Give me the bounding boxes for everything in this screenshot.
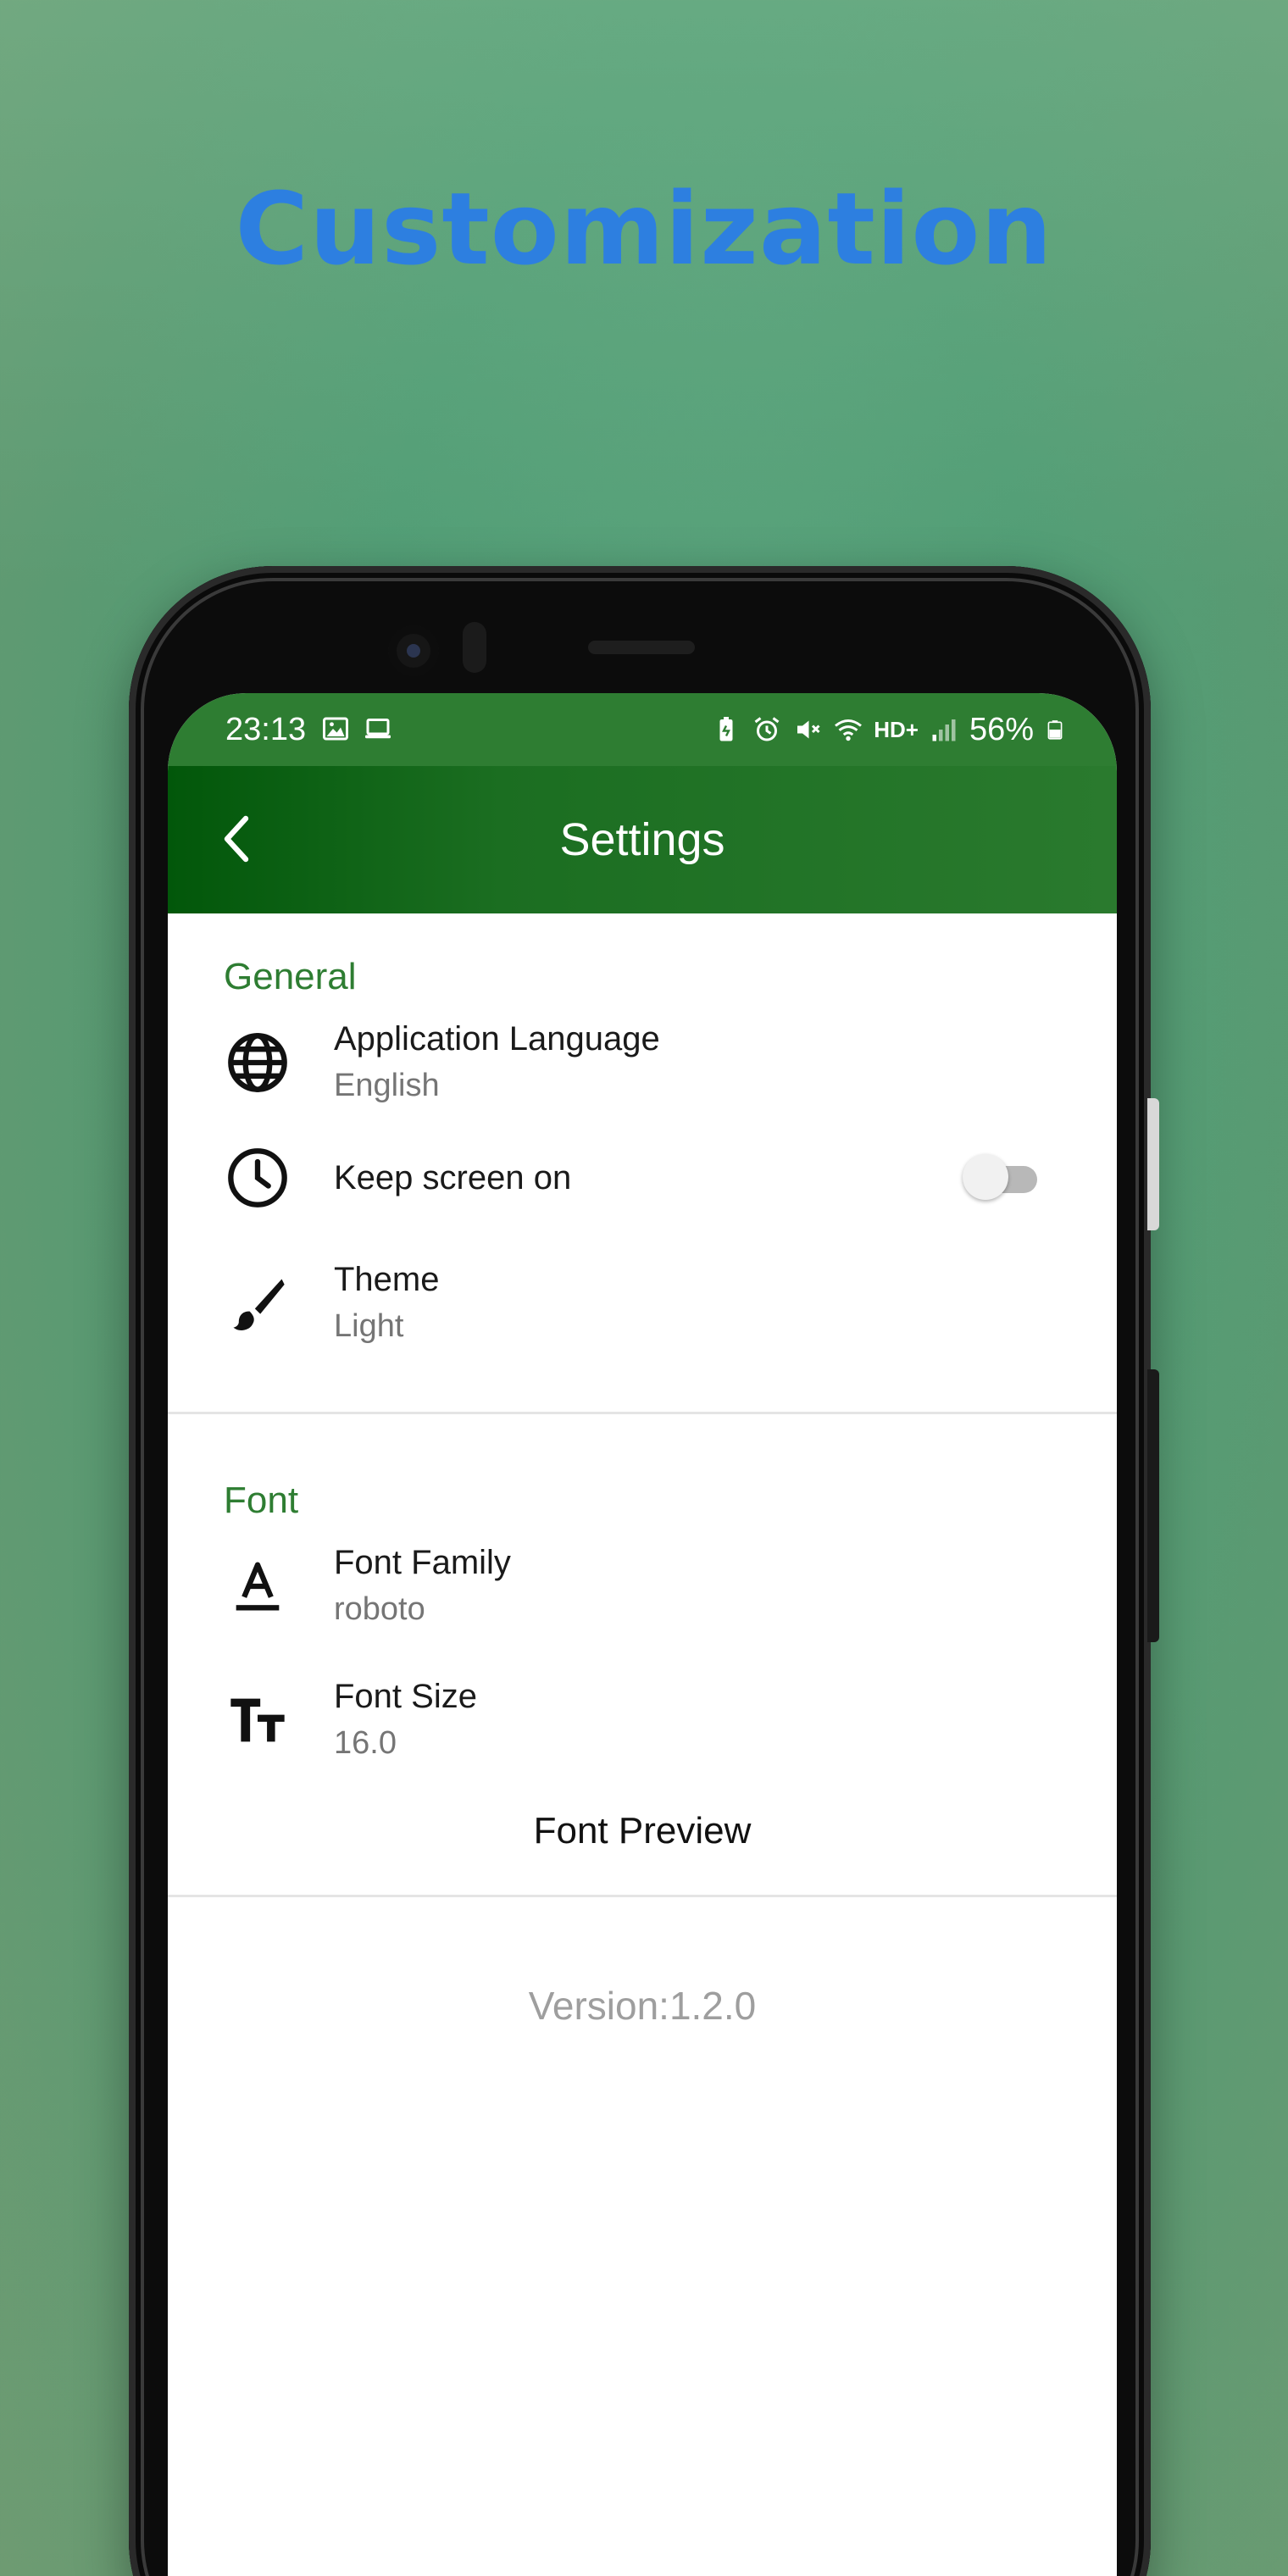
laptop-icon xyxy=(365,719,391,739)
phone-side-button-power xyxy=(1147,1098,1159,1230)
status-bar: 23:13 HD+ 56% xyxy=(168,693,1117,766)
setting-title: Font Family xyxy=(334,1544,511,1581)
setting-keep-screen-on[interactable]: Keep screen on xyxy=(168,1129,1117,1227)
section-divider xyxy=(168,1412,1117,1414)
setting-value: roboto xyxy=(334,1591,425,1627)
setting-value: 16.0 xyxy=(334,1725,397,1761)
section-header-general: General xyxy=(224,956,357,997)
status-time: 23:13 xyxy=(225,712,307,747)
mute-icon xyxy=(797,720,820,739)
phone-side-button-volume xyxy=(1147,1369,1159,1642)
proximity-sensor xyxy=(463,622,486,673)
earpiece-speaker xyxy=(588,641,695,654)
alarm-icon xyxy=(754,717,780,741)
setting-theme[interactable]: Theme Light xyxy=(168,1254,1117,1361)
setting-value: English xyxy=(334,1068,440,1103)
status-right-icons: HD+ 56% xyxy=(711,710,1066,749)
status-left-icons xyxy=(320,713,393,744)
phone-screen: 23:13 HD+ 56% Settings General Applicati… xyxy=(168,693,1117,2576)
setting-title: Keep screen on xyxy=(334,1159,572,1196)
battery-icon xyxy=(1047,720,1063,740)
background-highlight xyxy=(0,0,1288,593)
front-camera xyxy=(388,625,439,676)
wifi-icon xyxy=(835,719,863,741)
setting-title: Theme xyxy=(334,1261,440,1298)
chevron-left-icon xyxy=(224,815,249,863)
toggle-thumb xyxy=(963,1154,1008,1200)
section-divider xyxy=(168,1895,1117,1897)
text-size-icon xyxy=(224,1686,291,1754)
promo-headline: Customization xyxy=(235,170,1053,287)
brush-icon xyxy=(224,1269,291,1337)
font-preview-text: Font Preview xyxy=(533,1810,752,1852)
setting-font-size[interactable]: Font Size 16.0 xyxy=(168,1671,1117,1778)
clock-icon xyxy=(224,1144,291,1212)
battery-saver-icon xyxy=(719,717,733,741)
globe-icon xyxy=(224,1029,291,1096)
page-title: Settings xyxy=(559,814,725,865)
network-type: HD+ xyxy=(874,717,919,742)
section-header-font: Font xyxy=(224,1480,299,1521)
image-icon xyxy=(323,717,348,741)
signal-icon xyxy=(932,719,956,741)
keep-screen-on-toggle[interactable] xyxy=(963,1154,1037,1200)
font-family-icon xyxy=(224,1552,291,1620)
battery-percentage: 56% xyxy=(969,712,1034,747)
app-bar: Settings xyxy=(168,766,1117,913)
setting-font-family[interactable]: Font Family roboto xyxy=(168,1537,1117,1644)
version-label: Version:1.2.0 xyxy=(528,1984,757,2028)
setting-title: Application Language xyxy=(334,1020,660,1058)
back-button[interactable] xyxy=(202,803,273,874)
setting-application-language[interactable]: Application Language English xyxy=(168,1013,1117,1120)
setting-value: Light xyxy=(334,1308,404,1344)
setting-title: Font Size xyxy=(334,1678,477,1715)
